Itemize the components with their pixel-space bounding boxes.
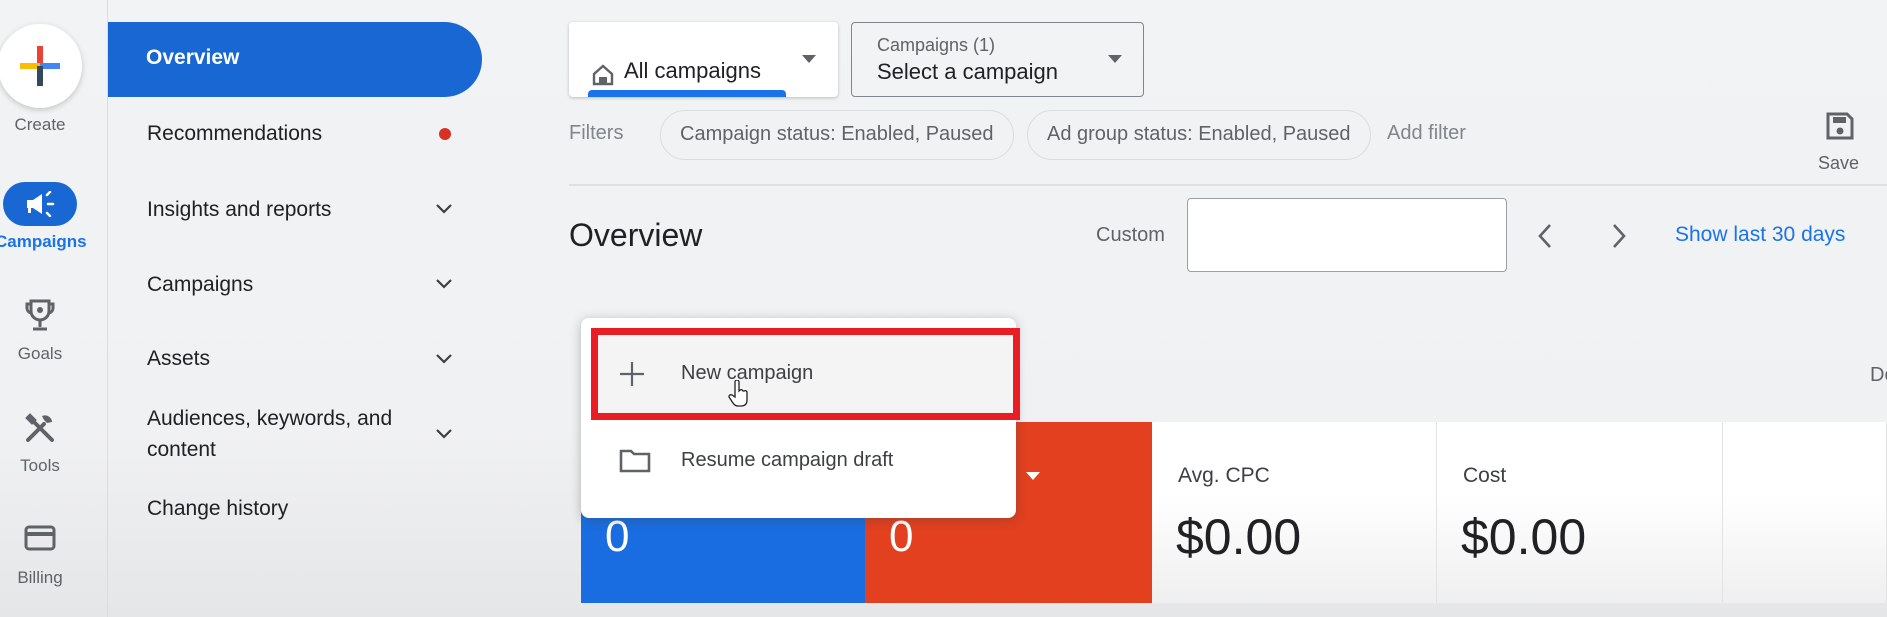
date-range-label: Custom [1096,224,1165,246]
plus-icon [620,362,644,386]
rail-label-campaigns[interactable]: Campaigns [0,232,87,252]
home-icon [592,64,614,86]
active-indicator [588,90,786,97]
page-title: Overview [569,217,703,253]
save-button[interactable]: Save [1818,153,1859,174]
nav-item-insights-and-reports[interactable]: Insights and reports [147,194,331,225]
notification-dot [439,128,451,140]
metric-value: 0 [605,512,630,561]
scope-selector[interactable]: All campaigns [569,22,838,97]
filters-label: Filters [569,122,624,144]
metric-value: $0.00 [1176,509,1302,565]
create-label: Create [14,115,66,134]
dropdown-caret-icon [802,55,816,63]
nav-item-assets[interactable]: Assets [147,343,210,374]
tools-icon [25,413,54,442]
rail-item-campaigns[interactable] [3,182,77,226]
filter-chip-campaign-status[interactable]: Campaign status: Enabled, Paused [660,110,1014,160]
show-last-30-days-link[interactable]: Show last 30 days [1675,223,1845,247]
metric-value: $0.00 [1461,509,1587,565]
add-filter-button[interactable]: Add filter [1387,122,1466,145]
trophy-icon [25,299,55,331]
credit-card-icon [24,525,56,551]
nav-item-label-line1: Audiences, keywords, and [147,407,393,430]
header-divider [569,184,1887,186]
create-button[interactable] [0,24,82,108]
dropdown-caret-icon[interactable] [1026,472,1040,480]
nav-item-overview[interactable]: Overview [108,22,482,97]
menu-item-new-campaign[interactable]: New campaign [591,328,1020,420]
filter-chip-ad-group-status[interactable]: Ad group status: Enabled, Paused [1027,110,1371,160]
rail-label-tools[interactable]: Tools [0,456,85,476]
plus-multicolor-icon [20,46,60,86]
campaign-selector[interactable]: Campaigns (1) Select a campaign [851,22,1144,97]
chevron-down-icon[interactable] [434,202,454,216]
metric-label: Cost [1463,464,1507,487]
metric-card-avg-cpc[interactable]: Avg. CPC $0.00 [1152,422,1437,603]
nav-item-label: Overview [146,46,240,69]
chevron-right-icon[interactable] [1608,222,1630,250]
hand-cursor-icon [728,380,748,407]
menu-item-label: Resume campaign draft [681,449,894,471]
nav-item-audiences[interactable]: Audiences, keywords, and content [147,403,392,465]
metric-label: Avg. CPC [1178,464,1270,487]
chevron-down-icon[interactable] [434,352,454,366]
nav-item-label-line2: content [147,438,216,461]
menu-item-resume-draft[interactable]: Resume campaign draft [581,420,1016,506]
nav-item-recommendations[interactable]: Recommendations [147,118,322,149]
folder-icon [619,449,651,473]
metric-value: 0 [889,512,914,561]
rail-label-goals[interactable]: Goals [0,344,85,364]
chevron-left-icon[interactable] [1534,222,1556,250]
metric-card-empty [1723,422,1887,603]
truncated-text: Do [1870,364,1887,386]
nav-item-campaigns[interactable]: Campaigns [147,269,253,300]
campaign-selector-caption: Campaigns (1) [877,35,996,55]
chevron-down-icon[interactable] [434,427,454,441]
rail-label-billing[interactable]: Billing [0,568,85,588]
dropdown-caret-icon [1108,55,1122,63]
campaign-selector-value: Select a campaign [877,59,1058,84]
scope-selector-label: All campaigns [624,58,761,83]
nav-item-change-history[interactable]: Change history [147,493,288,524]
metric-card-cost[interactable]: Cost $0.00 [1437,422,1723,603]
megaphone-icon [27,191,55,217]
save-icon[interactable] [1825,111,1855,141]
date-range-input[interactable] [1187,198,1507,272]
chevron-down-icon[interactable] [434,277,454,291]
